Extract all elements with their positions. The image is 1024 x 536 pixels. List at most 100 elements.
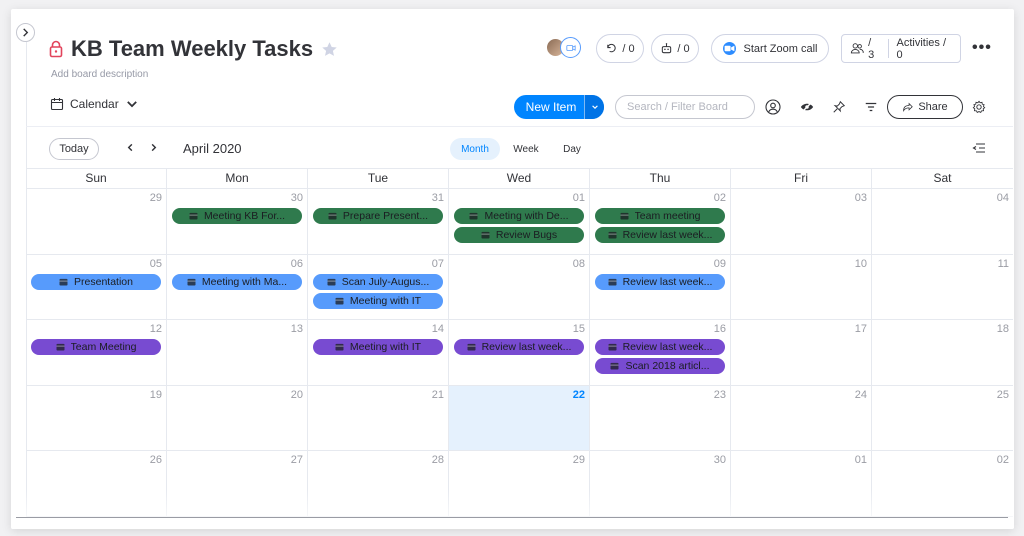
day-number: 22 <box>572 388 585 401</box>
updates-counter[interactable]: / 0 <box>596 34 644 63</box>
calendar-event[interactable]: Review last week... <box>595 273 725 290</box>
weekday-header: Thu <box>590 169 731 188</box>
mode-week-tab[interactable]: Week <box>506 138 546 160</box>
calendar-day-cell[interactable]: 29 <box>449 451 590 516</box>
calendar-event[interactable]: Meeting with IT <box>313 292 443 309</box>
calendar-day-cell[interactable]: 15 Review last week... <box>449 320 590 385</box>
day-number: 10 <box>854 257 867 270</box>
calendar-day-cell[interactable]: 29 <box>26 189 167 254</box>
event-label: Presentation <box>74 275 133 288</box>
calendar-day-cell[interactable]: 14 Meeting with IT <box>308 320 449 385</box>
expand-sidebar-button[interactable] <box>16 23 35 42</box>
calendar-event[interactable]: Review last week... <box>595 339 725 355</box>
calendar-day-cell[interactable]: 27 <box>167 451 308 516</box>
settings-gear-icon[interactable] <box>971 99 987 115</box>
board-description[interactable]: Add board description <box>51 69 148 80</box>
calendar-day-cell[interactable]: 12 Team Meeting <box>26 320 167 385</box>
calendar-event[interactable]: Meeting KB For... <box>172 208 302 224</box>
calendar-event[interactable]: Team Meeting <box>31 339 161 355</box>
board-header: KB Team Weekly Tasks <box>49 36 338 62</box>
calendar-day-cell[interactable]: 01 <box>731 451 872 516</box>
calendar-day-cell[interactable]: 04 <box>872 189 1013 254</box>
mode-day-tab[interactable]: Day <box>554 138 590 160</box>
day-number: 29 <box>149 192 162 204</box>
view-selector[interactable]: Calendar <box>50 97 139 111</box>
calendar-day-cell[interactable]: 05 Presentation <box>26 254 167 319</box>
calendar-day-cell[interactable]: 24 <box>731 385 872 450</box>
automations-count: / 0 <box>677 42 690 55</box>
calendar-day-cell[interactable]: 25 <box>872 386 1013 451</box>
calendar-day-cell[interactable]: 08 <box>449 254 590 319</box>
day-number: 23 <box>713 388 726 401</box>
calendar-event[interactable]: Meeting with Ma... <box>172 273 302 290</box>
more-options-icon[interactable]: ••• <box>972 40 991 56</box>
calendar-event[interactable]: Review Bugs <box>454 227 584 243</box>
calendar-event[interactable]: Review last week... <box>595 227 725 243</box>
calendar-day-cell[interactable]: 21 <box>308 385 449 450</box>
calendar-event[interactable]: Meeting with IT <box>313 339 443 355</box>
start-zoom-call-button[interactable]: Start Zoom call <box>711 34 829 63</box>
calendar-day-cell[interactable]: 01 Meeting with De... Review Bugs <box>449 189 590 254</box>
zoom-integration-icon[interactable] <box>560 37 581 58</box>
new-item-dropdown-icon[interactable] <box>584 95 604 119</box>
calendar-day-cell[interactable]: 31 Prepare Present... <box>308 189 449 254</box>
calendar-day-cell[interactable]: 02 Team meeting Review last week... <box>590 189 731 254</box>
mode-month-label: Month <box>461 143 489 155</box>
calendar-day-cell[interactable]: 16 Review last week... Scan 2018 articl... <box>590 320 731 385</box>
calendar-event[interactable]: Scan July-Augus... <box>313 273 443 290</box>
day-number: 14 <box>431 323 444 335</box>
next-month-icon[interactable] <box>147 140 159 154</box>
filter-icon[interactable] <box>863 99 879 115</box>
calendar-day-cell[interactable]: 19 <box>26 385 167 450</box>
calendar-day-cell[interactable]: 09 Review last week... <box>590 254 731 319</box>
members-button[interactable]: / 3 <box>842 35 888 62</box>
calendar-day-cell[interactable]: 30 Meeting KB For... <box>167 189 308 254</box>
day-number: 20 <box>290 388 303 401</box>
activities-button[interactable]: Activities / 0 <box>889 35 961 62</box>
automations-counter[interactable]: / 0 <box>651 34 699 63</box>
calendar-event[interactable]: Scan 2018 articl... <box>595 358 725 374</box>
previous-month-icon[interactable] <box>124 140 136 154</box>
day-number: 16 <box>713 323 726 335</box>
pin-icon[interactable] <box>831 99 847 115</box>
day-number: 30 <box>290 192 303 204</box>
calendar-event[interactable]: Review last week... <box>454 339 584 355</box>
person-filter-icon[interactable] <box>765 99 781 115</box>
weekday-header: Tue <box>308 169 449 188</box>
new-item-button[interactable]: New Item <box>514 95 604 119</box>
calendar-event[interactable]: Team meeting <box>595 208 725 224</box>
day-events: Scan July-Augus... Meeting with IT <box>313 273 443 309</box>
calendar-day-cell[interactable]: 02 <box>872 451 1013 516</box>
share-button[interactable]: Share <box>887 95 963 119</box>
calendar-week-row: 05 Presentation 06 Meeting with Ma... 07 Scan… <box>26 254 1013 320</box>
mode-month-tab[interactable]: Month <box>450 138 500 160</box>
weekday-header: Wed <box>449 169 590 188</box>
calendar-event[interactable]: Presentation <box>31 273 161 290</box>
collapse-list-icon[interactable] <box>972 141 986 155</box>
calendar-event[interactable]: Meeting with De... <box>454 208 584 224</box>
calendar-day-today[interactable]: 22 <box>449 385 590 450</box>
calendar-day-cell[interactable]: 13 <box>167 320 308 385</box>
calendar-day-cell[interactable]: 03 <box>731 189 872 254</box>
day-number: 07 <box>431 257 444 270</box>
calendar-day-cell[interactable]: 17 <box>731 320 872 385</box>
hide-eye-icon[interactable] <box>799 99 815 115</box>
day-number: 31 <box>431 192 444 204</box>
calendar-day-cell[interactable]: 23 <box>590 385 731 450</box>
event-item-icon <box>608 278 617 286</box>
search-filter-input[interactable] <box>615 95 755 119</box>
calendar-day-cell[interactable]: 10 <box>731 254 872 319</box>
calendar-day-cell[interactable]: 26 <box>26 451 167 516</box>
calendar-event[interactable]: Prepare Present... <box>313 208 443 224</box>
today-button[interactable]: Today <box>49 138 99 160</box>
calendar-day-cell[interactable]: 28 <box>308 451 449 516</box>
calendar-day-cell[interactable]: 07 Scan July-Augus... Meeting with IT <box>308 254 449 319</box>
calendar-day-cell[interactable]: 30 <box>590 451 731 516</box>
calendar-day-cell[interactable]: 20 <box>167 385 308 450</box>
calendar-day-cell[interactable]: 06 Meeting with Ma... <box>167 254 308 319</box>
calendar-day-cell[interactable]: 11 <box>872 255 1013 320</box>
calendar-day-cell[interactable]: 18 <box>872 320 1013 385</box>
star-icon[interactable] <box>321 41 338 58</box>
avatar-group[interactable] <box>545 37 581 58</box>
board-title[interactable]: KB Team Weekly Tasks <box>71 36 313 62</box>
